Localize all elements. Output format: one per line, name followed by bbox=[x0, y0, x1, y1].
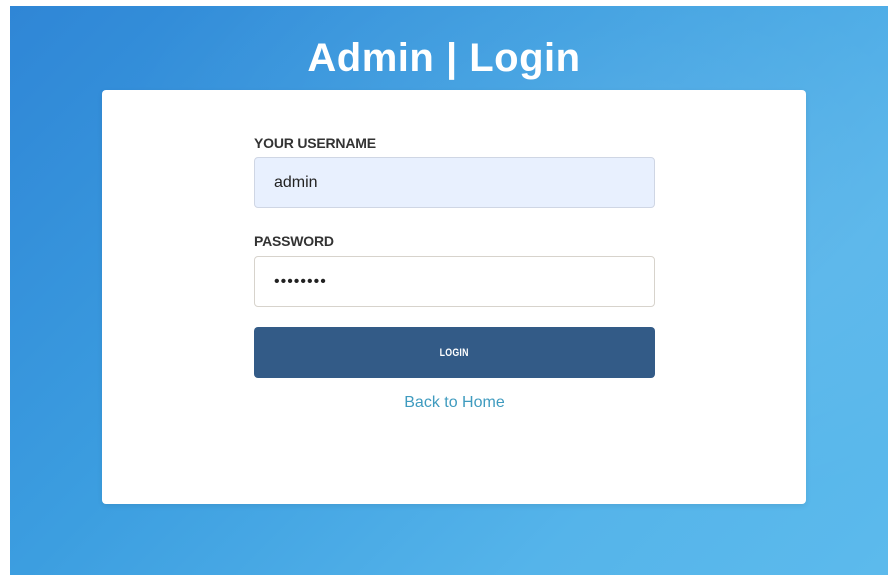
username-input[interactable] bbox=[254, 157, 655, 208]
back-to-home-link[interactable]: Back to Home bbox=[254, 394, 655, 412]
password-label: PASSWORD bbox=[254, 233, 334, 249]
login-button-label: LOGIN bbox=[439, 346, 470, 359]
password-input[interactable] bbox=[254, 256, 655, 307]
login-card: YOUR USERNAME PASSWORD LOGIN Back to Hom… bbox=[102, 90, 806, 504]
page-background: Admin | Login YOUR USERNAME PASSWORD LOG… bbox=[10, 6, 888, 575]
username-label: YOUR USERNAME bbox=[254, 135, 376, 151]
page-title: Admin | Login bbox=[307, 36, 581, 80]
login-button[interactable]: LOGIN bbox=[254, 327, 655, 378]
